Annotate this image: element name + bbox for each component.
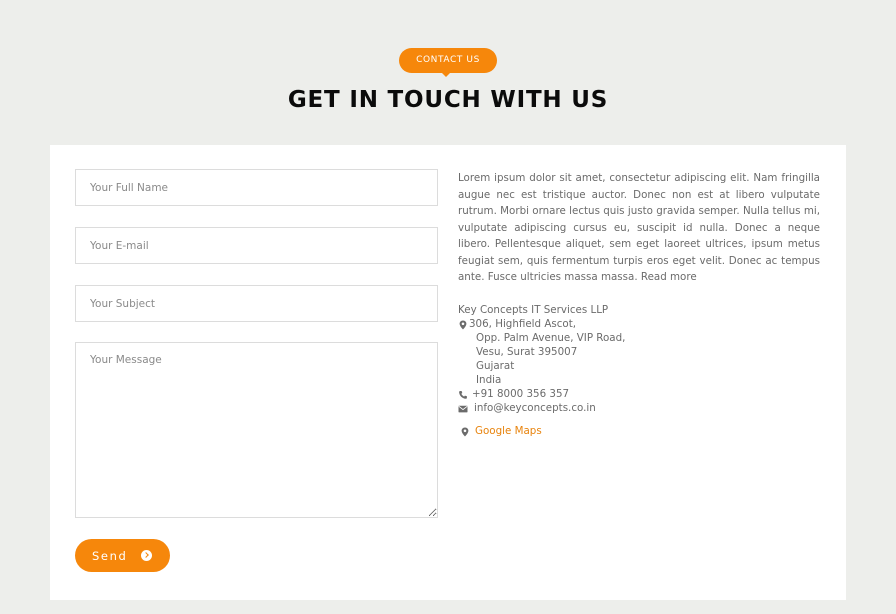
map-marker-icon [458,320,468,330]
subject-input[interactable] [75,285,438,322]
contact-us-badge: CONTACT US [399,48,497,73]
address-line: Gujarat [476,360,515,372]
envelope-icon [458,404,468,414]
send-button[interactable]: Send [75,539,170,572]
address-line: India [476,374,502,386]
message-textarea[interactable] [75,342,438,518]
phone-number: +91 8000 356 357 [472,388,570,400]
email-input[interactable] [75,227,438,264]
about-paragraph: Lorem ipsum dolor sit amet, consectetur … [458,172,820,283]
send-button-label: Send [92,548,128,563]
address-line: 306, Highfield Ascot, [469,318,577,330]
email-address: info@keyconcepts.co.in [474,402,596,414]
company-name: Key Concepts IT Services LLP [458,304,609,316]
read-more-link[interactable]: Read more [641,271,697,283]
page-title: GET IN TOUCH WITH US [287,87,609,113]
address-line: Opp. Palm Avenue, VIP Road, [476,332,626,344]
about-text: Lorem ipsum dolor sit amet, consectetur … [458,170,820,286]
badge-pointer [442,73,450,77]
phone-icon [458,390,468,400]
contact-card: Send Lorem ipsum dolor sit amet, consect… [50,145,846,600]
google-maps-link[interactable]: Google Maps [475,424,542,438]
map-marker-icon [460,427,470,437]
full-name-input[interactable] [75,169,438,206]
address-line: Vesu, Surat 395007 [476,346,578,358]
chevron-circle-right-icon [141,550,152,561]
